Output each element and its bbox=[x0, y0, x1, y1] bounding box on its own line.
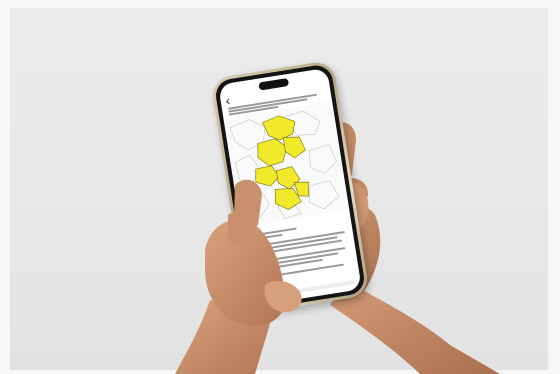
left-hand bbox=[175, 179, 302, 374]
photo-scene bbox=[0, 0, 560, 374]
